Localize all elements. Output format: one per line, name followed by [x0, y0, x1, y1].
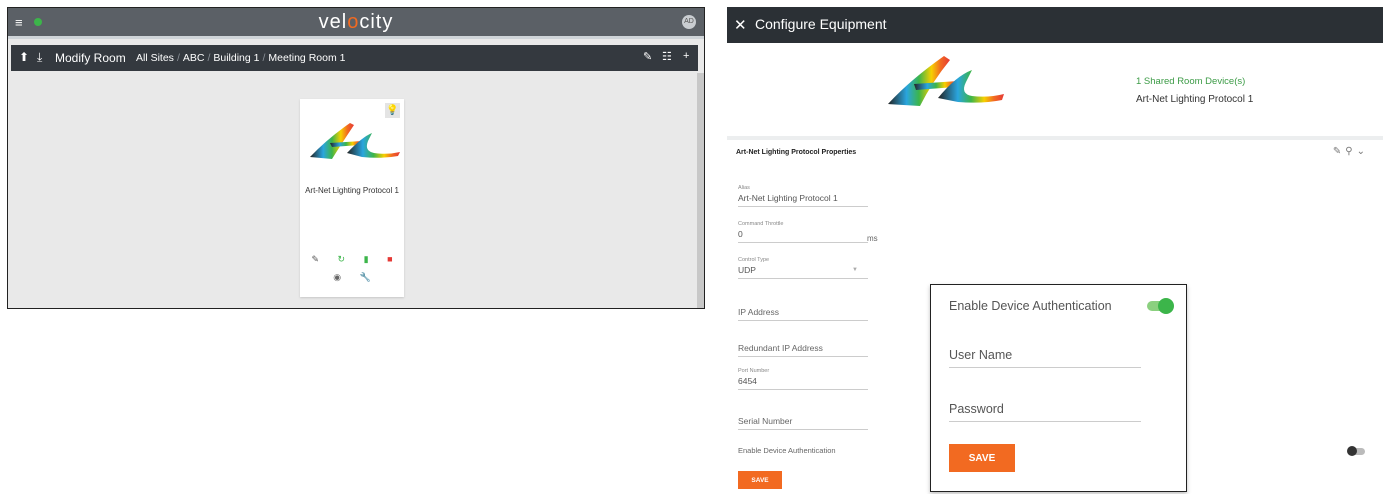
modal-header: ✕ Configure Equipment: [727, 7, 1383, 43]
redundant-ip-input[interactable]: Redundant IP Address: [738, 343, 868, 357]
edit-icon[interactable]: ✎: [1333, 146, 1345, 157]
edit-icon[interactable]: ✎: [311, 254, 319, 265]
avatar[interactable]: AD: [682, 15, 696, 29]
divider: [727, 136, 1383, 140]
serial-number-input[interactable]: Serial Number: [738, 416, 868, 430]
room-toolbar: ⬆ ⤓ Modify Room All Sites / ABC / Building 1…: [11, 45, 698, 71]
add-icon[interactable]: +: [683, 50, 689, 62]
card-device-name: Art-Net Lighting Protocol 1: [305, 186, 399, 195]
device-card[interactable]: 💡 Art-Net Lighting Protocol 1 ✎ ↻ ▮ ■ ◉ …: [300, 99, 404, 297]
modal-title: Configure Equipment: [755, 16, 887, 32]
command-throttle-label: Command Throttle: [738, 221, 784, 227]
chevron-down-icon[interactable]: ⌄: [1357, 146, 1369, 157]
control-type-label: Control Type: [738, 257, 770, 263]
wrench-icon[interactable]: 🔧: [360, 272, 371, 283]
breadcrumb-item[interactable]: ABC: [183, 52, 205, 64]
device-title: Art-Net Lighting Protocol 1: [1136, 94, 1254, 105]
ip-address-input[interactable]: IP Address: [738, 307, 868, 321]
breadcrumb-separator: /: [262, 52, 266, 64]
command-throttle-input[interactable]: 0: [738, 229, 868, 243]
artnet-logo: [888, 56, 1004, 106]
alias-field[interactable]: Alias Art-Net Lighting Protocol 1: [738, 185, 868, 207]
battery-icon[interactable]: ▮: [364, 254, 369, 265]
save-button[interactable]: SAVE: [738, 471, 782, 489]
top-bar: ≡ velocity AD: [8, 8, 704, 39]
alias-label: Alias: [738, 185, 750, 191]
enable-auth-label: Enable Device Authentication: [738, 446, 836, 455]
properties-toolbar: ✎⚲⌄: [1333, 146, 1369, 157]
redundant-ip-field[interactable]: Redundant IP Address: [738, 343, 868, 357]
enable-auth-label: Enable Device Authentication: [949, 299, 1112, 313]
delete-icon[interactable]: ■: [387, 254, 392, 264]
properties-title: Art-Net Lighting Protocol Properties: [736, 149, 857, 156]
brand-logo: velocity: [318, 11, 394, 33]
close-icon[interactable]: ✕: [734, 16, 747, 34]
velocity-app-window: ≡ velocity AD ⬆ ⤓ Modify Room All Sites /…: [7, 7, 705, 309]
shared-device-count[interactable]: 1 Shared Room Device(s): [1136, 76, 1245, 87]
download-icon[interactable]: ⤓: [37, 50, 42, 65]
command-throttle-field[interactable]: Command Throttle 0: [738, 221, 868, 243]
breadcrumb-item[interactable]: Building 1: [213, 52, 259, 64]
scrollbar[interactable]: [697, 73, 704, 308]
lightbulb-icon[interactable]: 💡: [385, 103, 400, 118]
enable-auth-toggle[interactable]: [1347, 446, 1365, 456]
breadcrumb: All Sites / ABC / Building 1/Meeting Room 1: [136, 52, 345, 64]
alias-input[interactable]: Art-Net Lighting Protocol 1: [738, 193, 868, 207]
port-number-field[interactable]: Port Number 6454: [738, 368, 868, 390]
joystick-icon[interactable]: ⬆: [19, 50, 29, 64]
throttle-unit: ms: [867, 234, 878, 243]
port-number-input[interactable]: 6454: [738, 376, 868, 390]
zoom-callout: Enable Device Authentication User Name P…: [930, 284, 1187, 492]
card-actions-row: ◉ 🔧: [300, 272, 404, 283]
password-input[interactable]: Password: [949, 402, 1141, 422]
port-number-label: Port Number: [738, 368, 770, 374]
refresh-icon[interactable]: ↻: [338, 254, 346, 265]
serial-number-field[interactable]: Serial Number: [738, 416, 868, 430]
card-actions-row: ✎ ↻ ▮ ■: [300, 254, 404, 265]
control-type-field[interactable]: Control Type UDP: [738, 257, 868, 279]
brand-accent: o: [347, 11, 360, 33]
dropdown-arrow-icon[interactable]: ▼: [852, 267, 858, 273]
artnet-logo: [310, 123, 400, 159]
control-type-select[interactable]: UDP: [738, 265, 868, 279]
signal-icon[interactable]: ◉: [333, 272, 341, 283]
room-title: Modify Room: [55, 51, 126, 65]
search-icon[interactable]: ⚲: [1345, 146, 1356, 157]
enable-auth-toggle[interactable]: [1147, 298, 1174, 314]
edit-icon[interactable]: ✎: [643, 50, 652, 63]
breadcrumb-item[interactable]: All Sites: [136, 52, 174, 64]
breadcrumb-separator: /: [207, 52, 211, 64]
save-button[interactable]: SAVE: [949, 444, 1015, 472]
breadcrumb-separator: /: [176, 52, 180, 64]
user-name-input[interactable]: User Name: [949, 348, 1141, 368]
filter-icon[interactable]: ☷: [662, 50, 672, 63]
breadcrumb-item[interactable]: Meeting Room 1: [268, 52, 345, 64]
ip-address-field[interactable]: IP Address: [738, 307, 868, 321]
